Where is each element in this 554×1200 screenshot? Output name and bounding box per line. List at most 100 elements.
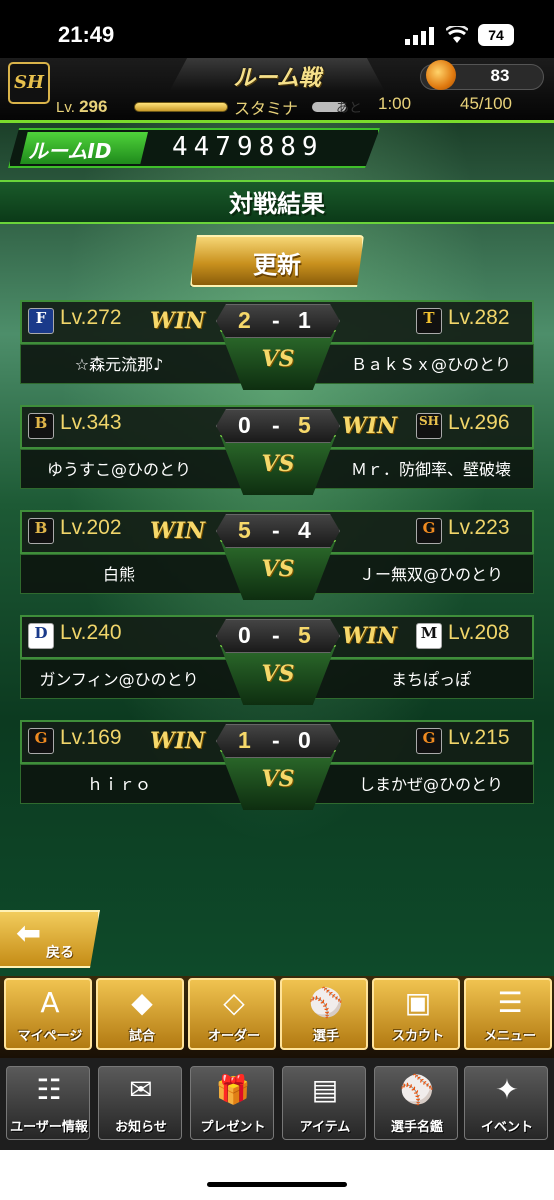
battery-indicator: 74 (478, 24, 514, 46)
nav-icon: ◇ (223, 986, 245, 1019)
nav-label: プレゼント (200, 1120, 266, 1135)
back-button-label[interactable]: 戻る (46, 942, 74, 962)
nav-button[interactable]: ⚾ 選手名鑑 (374, 1066, 458, 1140)
nav-button[interactable]: ✦ イベント (464, 1066, 548, 1140)
remaining-time: 1:00 (378, 94, 412, 113)
home-indicator[interactable] (207, 1182, 347, 1187)
right-score: 0 (298, 727, 311, 753)
status-bar: 21:49 74 (0, 0, 554, 58)
coin-count: 83 (490, 66, 510, 85)
player-level: Lv. 296 (56, 97, 107, 117)
left-score: 0 (238, 622, 251, 648)
primary-nav: A マイページ ◆ 試合 ◇ オーダー ⚾ 選手 ▣ スカウト ☰ メニュー (0, 976, 554, 1058)
right-player-name: Ｊー無双@ひのとり (358, 565, 503, 584)
right-score: 1 (298, 307, 311, 333)
vs-label: VS (261, 661, 295, 687)
nav-button[interactable]: ⚾ 選手 (280, 978, 368, 1050)
nav-label: オーダー (207, 1029, 260, 1044)
right-team-icon: G (416, 728, 442, 754)
nav-label: イベント (480, 1120, 533, 1135)
right-score: 5 (298, 622, 311, 648)
nav-button[interactable]: ◇ オーダー (188, 978, 276, 1050)
nav-icon: ⚾ (399, 1073, 435, 1106)
secondary-nav: ☷ ユーザー情報 ✉ お知らせ 🎁 プレゼント ▤ アイテム ⚾ 選手名鑑 ✦ イベント (0, 1058, 554, 1150)
left-score: 1 (238, 727, 251, 753)
left-team-icon: D (28, 623, 54, 649)
left-player-name: ゆうすこ@ひのとり (46, 460, 191, 479)
nav-button[interactable]: ☰ メニュー (464, 978, 552, 1050)
room-id-value: 4479889 (172, 132, 324, 162)
win-badge: WIN (150, 518, 206, 544)
nav-label: メニュー (483, 1029, 536, 1044)
status-time: 21:49 (58, 22, 115, 47)
game-header: SH ルーム戦 83 Lv. 296 スタミナ あと 1:00 45/100 (0, 58, 554, 120)
score-separator: - (272, 622, 280, 648)
refresh-button-label[interactable]: 更新 (190, 245, 364, 280)
right-player-name: Ｍｒ．防御率、壁破壊 (350, 460, 511, 479)
match-card[interactable]: G Lv.169 WIN 1 - 0 G Lv.215 VS ｈｉｒｏ しまかぜ… (20, 720, 534, 814)
left-player-name: ガンフィン@ひのとり (39, 670, 199, 689)
nav-button[interactable]: ◆ 試合 (96, 978, 184, 1050)
nav-button[interactable]: ▤ アイテム (282, 1066, 366, 1140)
left-player-name: ☆森元流那♪ (74, 355, 164, 374)
vs-label: VS (261, 556, 295, 582)
left-team-icon: B (28, 413, 54, 439)
stamina-label: スタミナ (234, 99, 299, 118)
right-player-name: ＢａｋＳｘ@ひのとり (350, 355, 511, 374)
nav-button[interactable]: 🎁 プレゼント (190, 1066, 274, 1140)
cellular-signal-icon (405, 27, 434, 45)
score-separator: - (272, 412, 280, 438)
left-player-level: Lv.343 (60, 411, 122, 434)
nav-icon: ☰ (497, 986, 523, 1019)
wifi-icon (446, 26, 468, 43)
vs-label: VS (261, 451, 295, 477)
right-player-level: Lv.208 (448, 621, 510, 644)
nav-label: ユーザー情報 (10, 1120, 88, 1135)
nav-button[interactable]: ☷ ユーザー情報 (6, 1066, 90, 1140)
right-score: 4 (298, 517, 311, 543)
nav-button[interactable]: ✉ お知らせ (98, 1066, 182, 1140)
win-badge: WIN (342, 623, 398, 649)
right-score: 5 (298, 412, 311, 438)
main-content: ルームID 4479889 対戦結果 更新 F Lv.272 WIN 2 - 1… (0, 120, 554, 976)
home-indicator-area (0, 1150, 554, 1200)
match-card[interactable]: B Lv.202 WIN 5 - 4 G Lv.223 VS 白熊 Ｊー無双@ひ… (20, 510, 534, 604)
left-player-name: 白熊 (102, 565, 135, 584)
match-card[interactable]: D Lv.240 0 - 5 WIN M Lv.208 VS ガンフィン@ひのと… (20, 615, 534, 709)
nav-label: 試合 (128, 1029, 155, 1044)
right-team-icon: T (416, 308, 442, 334)
right-player-name: しまかぜ@ひのとり (358, 775, 503, 794)
left-player-level: Lv.169 (60, 726, 122, 749)
match-card[interactable]: B Lv.343 0 - 5 WIN SH Lv.296 VS ゆうすこ@ひのと… (20, 405, 534, 499)
nav-label: スカウト (391, 1029, 444, 1044)
left-team-icon: G (28, 728, 54, 754)
nav-label: 選手名鑑 (390, 1120, 443, 1135)
left-team-icon: F (28, 308, 54, 334)
nav-button[interactable]: ▣ スカウト (372, 978, 460, 1050)
nav-label: お知らせ (115, 1120, 167, 1135)
left-score: 2 (238, 307, 251, 333)
left-player-level: Lv.240 (60, 621, 122, 644)
stamina-value: 45/100 (460, 94, 512, 113)
left-player-level: Lv.272 (60, 306, 122, 329)
nav-icon: ◆ (131, 986, 153, 1019)
vs-label: VS (261, 346, 295, 372)
score-separator: - (272, 517, 280, 543)
nav-icon: A (40, 986, 60, 1019)
nav-icon: ☷ (36, 1073, 62, 1106)
right-team-icon: SH (416, 413, 442, 439)
back-arrow-icon[interactable]: ⬅ (16, 916, 41, 951)
team-logo[interactable]: SH (8, 62, 50, 104)
nav-label: アイテム (299, 1120, 351, 1135)
score-separator: - (272, 307, 280, 333)
divider (0, 120, 554, 123)
nav-button[interactable]: A マイページ (4, 978, 92, 1050)
right-player-level: Lv.223 (448, 516, 510, 539)
match-card[interactable]: F Lv.272 WIN 2 - 1 T Lv.282 VS ☆森元流那♪ Ｂａ… (20, 300, 534, 394)
right-team-icon: G (416, 518, 442, 544)
nav-icon: ▤ (311, 1073, 339, 1106)
left-score: 0 (238, 412, 251, 438)
right-player-level: Lv.215 (448, 726, 510, 749)
nav-label: マイページ (17, 1029, 83, 1044)
score-separator: - (272, 727, 280, 753)
